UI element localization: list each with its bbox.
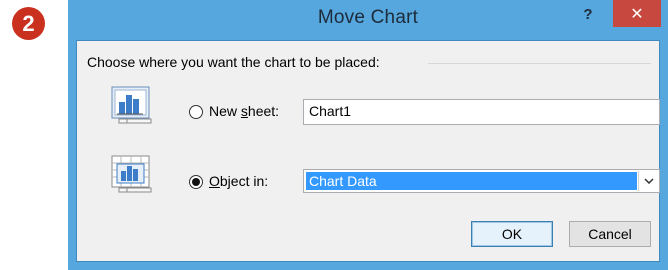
new-sheet-label[interactable]: New sheet: [209, 103, 279, 119]
new-sheet-name-input[interactable]: Chart1 [303, 99, 660, 125]
object-in-chart-icon [111, 155, 152, 193]
new-sheet-radio[interactable] [189, 105, 203, 119]
step-number-badge: 2 [12, 7, 45, 40]
dialog-body: Choose where you want the chart to be pl… [76, 40, 660, 262]
object-in-radio[interactable] [189, 175, 203, 189]
help-button[interactable]: ? [578, 6, 598, 28]
ok-button[interactable]: OK [471, 221, 553, 247]
group-label: Choose where you want the chart to be pl… [87, 54, 380, 70]
object-in-label[interactable]: Object in: [209, 173, 268, 189]
move-chart-dialog: Move Chart ? ✕ Choose where you want the… [68, 0, 668, 270]
group-divider [428, 63, 651, 64]
cancel-button[interactable]: Cancel [569, 221, 651, 247]
close-icon: ✕ [630, 5, 644, 23]
chevron-down-icon [643, 178, 654, 184]
object-in-select[interactable]: Chart Data [303, 169, 660, 193]
new-sheet-chart-icon [111, 86, 152, 124]
dropdown-button[interactable] [638, 171, 658, 191]
title-bar[interactable]: Move Chart ? ✕ [68, 0, 668, 40]
object-in-selected-value: Chart Data [306, 172, 637, 190]
close-button[interactable]: ✕ [613, 0, 661, 27]
